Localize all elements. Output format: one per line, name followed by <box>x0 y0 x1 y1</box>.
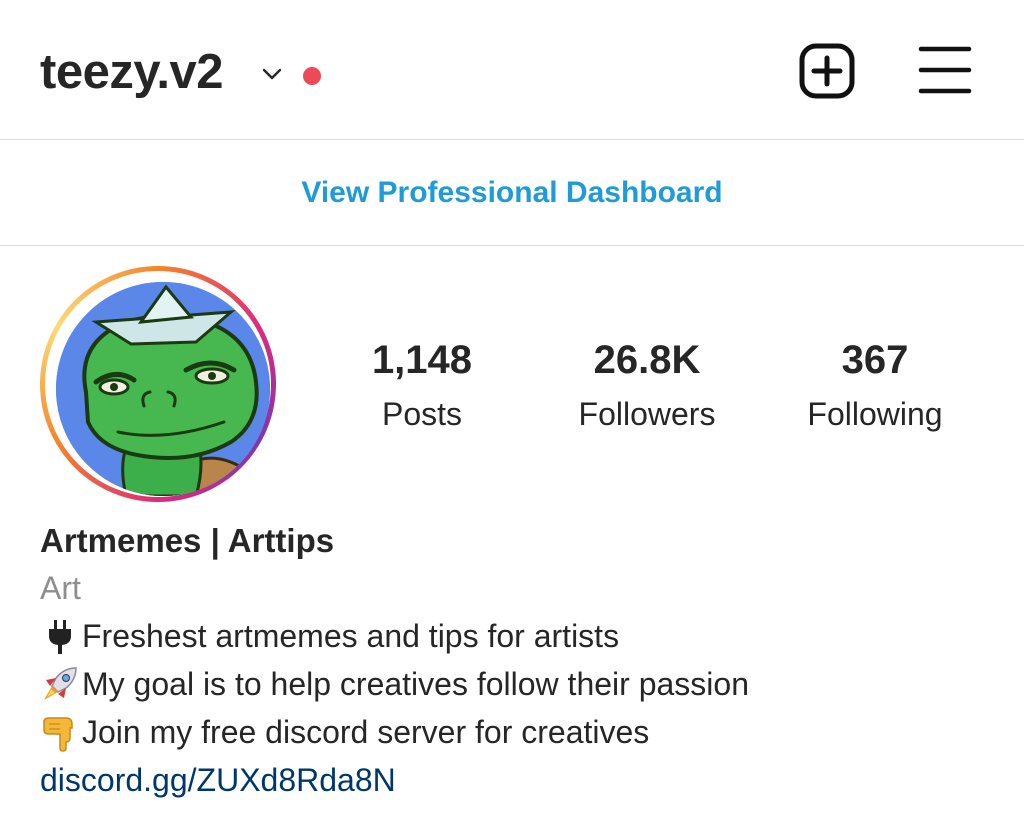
rocket-icon <box>44 667 77 700</box>
profile-bio: Artmemes | Arttips Art Freshest artmemes… <box>40 518 1000 804</box>
profile-header: teezy.v2 <box>0 0 1024 140</box>
profile-category: Art <box>40 570 81 606</box>
bio-line-text: Freshest artmemes and tips for artists <box>82 618 620 654</box>
followers-label: Followers <box>578 396 716 432</box>
new-post-icon[interactable] <box>798 42 856 100</box>
story-ring[interactable] <box>40 266 276 502</box>
account-username[interactable]: teezy.v2 <box>40 40 224 104</box>
bio-line: My goal is to help creatives follow thei… <box>40 660 1000 708</box>
bio-line-text: My goal is to help creatives follow thei… <box>82 666 749 702</box>
notification-dot <box>303 67 321 85</box>
profile-display-name: Artmemes | Arttips <box>40 522 335 559</box>
posts-count: 1,148 <box>371 338 473 382</box>
plug-icon <box>49 620 71 654</box>
bio-line: Join my free discord server for creative… <box>40 708 1000 756</box>
posts-label: Posts <box>381 396 463 432</box>
pointing-down-icon <box>43 717 73 752</box>
professional-dashboard-bar: View Professional Dashboard <box>0 140 1024 246</box>
avatar <box>56 282 270 496</box>
followers-count: 26.8K <box>593 338 701 382</box>
view-professional-dashboard-link[interactable]: View Professional Dashboard <box>301 176 722 210</box>
stat-posts[interactable]: 1,148 Posts <box>322 332 522 440</box>
bio-line-text: Join my free discord server for creative… <box>82 714 650 750</box>
stat-followers[interactable]: 26.8K Followers <box>547 332 747 440</box>
stat-following[interactable]: 367 Following <box>775 332 975 440</box>
following-label: Following <box>807 396 943 432</box>
frog-avatar-illustration <box>56 282 270 496</box>
following-count: 367 <box>841 338 909 382</box>
profile-page: teezy.v2 View Professional Dashboard 1,1… <box>0 0 1024 821</box>
bio-line: Freshest artmemes and tips for artists <box>40 612 1000 660</box>
bio-external-link[interactable]: discord.gg/ZUXd8Rda8N <box>40 756 1000 804</box>
hamburger-menu-icon[interactable] <box>918 44 972 96</box>
chevron-down-icon[interactable] <box>260 62 284 86</box>
